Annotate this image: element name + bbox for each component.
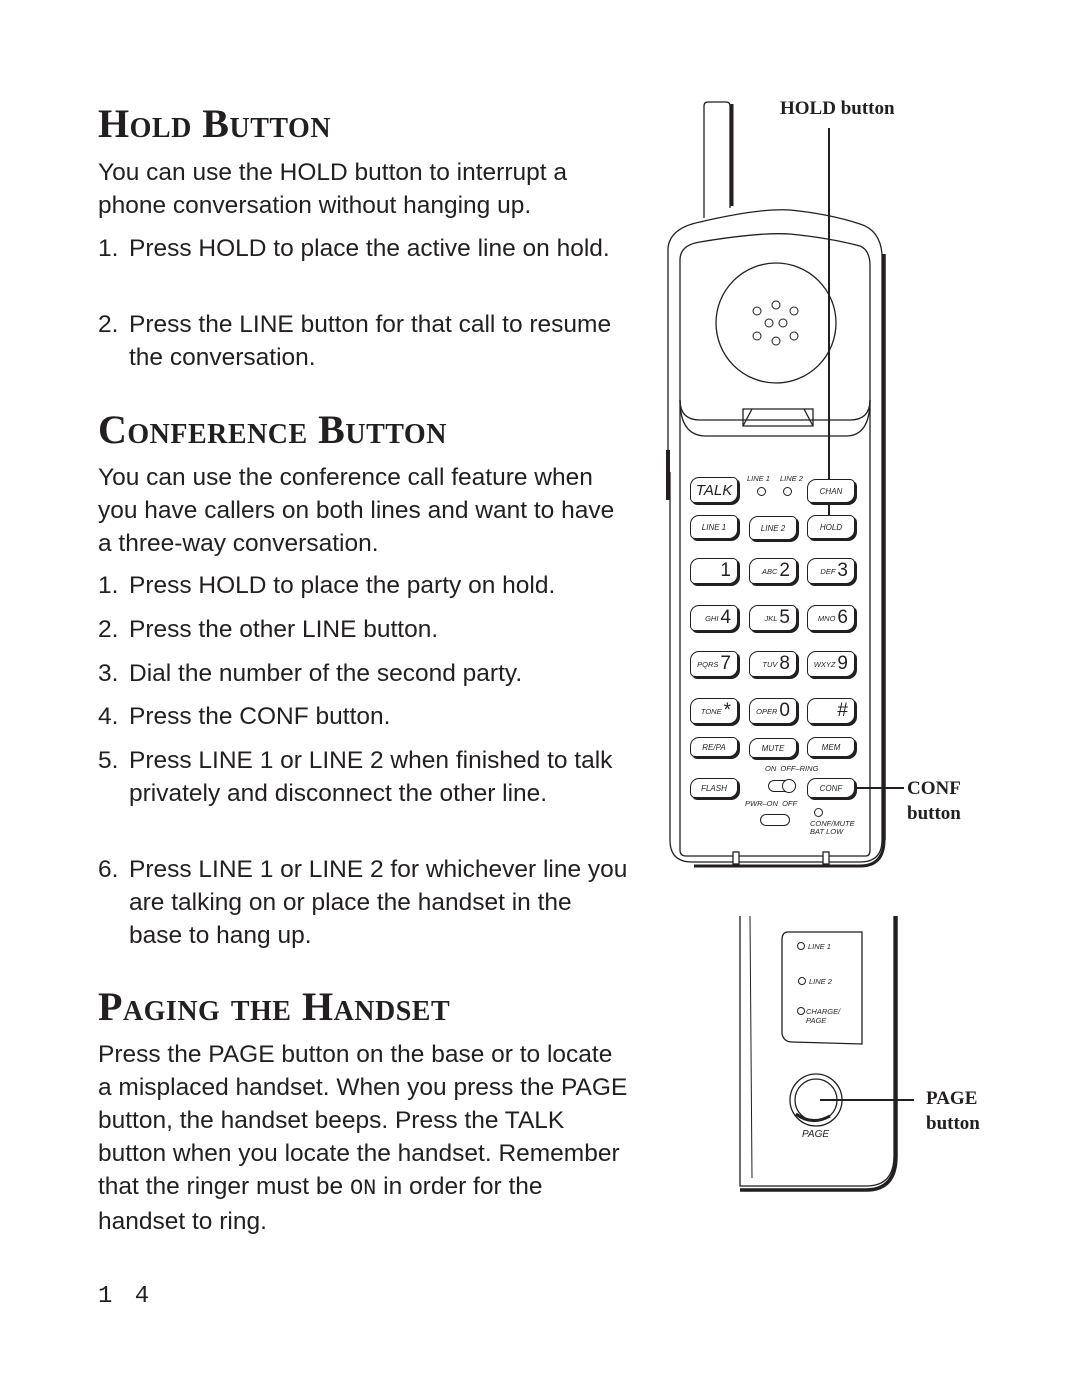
redial-pause-button[interactable]: RE/PA	[690, 737, 738, 757]
handset-illustration	[666, 101, 914, 1192]
base-page-label: PAGE	[802, 1129, 830, 1140]
base-line2-label: LINE 2	[809, 977, 832, 986]
key-digit: 1	[720, 560, 731, 581]
key-letters: MNO	[817, 613, 836, 623]
chan-button[interactable]: CHAN	[807, 479, 855, 503]
key-2[interactable]: ABC 2	[749, 558, 797, 584]
line1-led	[757, 487, 766, 496]
base-line1-label: LINE 1	[808, 942, 831, 951]
conf-button[interactable]: CONF	[807, 778, 855, 798]
memory-button[interactable]: MEM	[807, 737, 855, 757]
key-letters: GHI	[705, 613, 719, 623]
power-switch-label: PWR–ON OFF	[745, 799, 798, 808]
key-6[interactable]: MNO 6	[807, 605, 855, 631]
key-letters: DEF	[820, 566, 836, 576]
bat-low-text: BAT LOW	[810, 827, 844, 836]
key-digit: 4	[720, 607, 731, 628]
key-8[interactable]: TUV 8	[749, 651, 797, 677]
key-3[interactable]: DEF 3	[807, 558, 855, 584]
key-letters: ABC	[762, 566, 778, 576]
line2-led-label: LINE 2	[780, 474, 803, 483]
speaker-grille	[715, 262, 837, 384]
ringer-switch-label: ON OFF–RING	[765, 764, 819, 773]
ringer-switch[interactable]	[768, 779, 796, 793]
earpiece-panel	[679, 233, 871, 421]
line1-button[interactable]: LINE 1	[690, 515, 738, 539]
key-star[interactable]: TONE *	[690, 698, 738, 724]
key-pound[interactable]: #	[807, 698, 855, 724]
key-letters: JKL	[764, 613, 778, 623]
charge-text: CHARGE/	[806, 1007, 841, 1016]
base-line1-led	[797, 942, 805, 950]
key-digit: 6	[837, 607, 848, 628]
key-letters: TONE	[700, 706, 722, 716]
base-unit	[739, 916, 895, 1187]
key-letters: TUV	[762, 659, 778, 669]
key-digit: 3	[837, 560, 848, 581]
key-letters: OPER	[756, 706, 778, 716]
page-led-text: PAGE	[806, 1016, 827, 1025]
flash-button[interactable]: FLASH	[690, 778, 738, 798]
key-letters: WXYZ	[813, 659, 836, 669]
key-7[interactable]: PQRS 7	[690, 651, 738, 677]
ringer-switch-knob	[782, 779, 796, 793]
key-9[interactable]: WXYZ 9	[807, 651, 855, 677]
key-digit: 8	[779, 653, 790, 674]
key-4[interactable]: GHI 4	[690, 605, 738, 631]
talk-button[interactable]: TALK	[690, 477, 738, 503]
base-charge-led	[797, 1007, 805, 1015]
key-digit: 0	[779, 700, 790, 721]
key-1[interactable]: 1	[690, 558, 738, 584]
line1-led-label: LINE 1	[747, 474, 770, 483]
key-digit: 2	[779, 560, 790, 581]
belt-clip-slot	[760, 814, 790, 826]
speaker-holes	[752, 300, 799, 346]
conf-mute-label: CONF/MUTE BAT LOW	[810, 820, 855, 836]
key-5[interactable]: JKL 5	[749, 605, 797, 631]
key-digit: 7	[720, 653, 731, 674]
hold-button[interactable]: HOLD	[807, 515, 855, 539]
conf-mute-led	[814, 808, 823, 817]
mute-button[interactable]: MUTE	[749, 738, 797, 758]
key-letters: PQRS	[697, 659, 719, 669]
key-0[interactable]: OPER 0	[749, 698, 797, 724]
base-line2-led	[798, 977, 806, 985]
key-digit: 9	[837, 653, 848, 674]
display-window	[742, 408, 814, 427]
key-digit: *	[723, 700, 731, 721]
key-digit: #	[837, 700, 848, 721]
antenna	[703, 101, 731, 218]
base-charge-label: CHARGE/PAGE	[806, 1007, 840, 1025]
line2-button[interactable]: LINE 2	[749, 516, 797, 540]
line2-led	[783, 487, 792, 496]
key-digit: 5	[779, 607, 790, 628]
